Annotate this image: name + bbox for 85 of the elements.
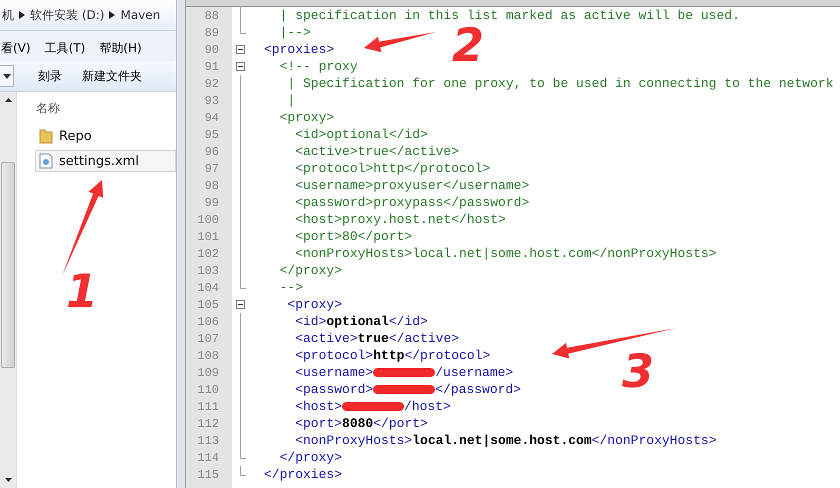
code-line: <nonProxyHosts>local.net|some.host.com</nonProxyHosts> — [294, 432, 716, 449]
code-line: | — [286, 92, 296, 109]
line-number: 99 — [204, 196, 219, 210]
document-icon — [39, 153, 53, 169]
code-line: <active>true</active> — [294, 143, 460, 160]
fold-toggle[interactable] — [236, 45, 245, 54]
code-line: <id>optional</id> — [294, 126, 428, 143]
scrollbar[interactable] — [0, 92, 17, 488]
code-line: <host>proxy.host.net</host> — [294, 211, 506, 228]
code-line: <nonProxyHosts>local.net|some.host.com</nonProxyHosts> — [294, 245, 716, 262]
fold-toggle[interactable] — [236, 300, 245, 309]
line-number: 88 — [204, 8, 219, 22]
code-line: --> — [278, 279, 304, 296]
line-number: 92 — [204, 76, 219, 90]
breadcrumb-item[interactable]: Maven — [120, 8, 160, 22]
breadcrumb-item[interactable]: 软件安装 (D:) — [30, 6, 104, 24]
line-number: 106 — [196, 314, 219, 328]
file-item[interactable]: Repo — [35, 125, 176, 147]
code-line: | specification in this list marked as active will be used. — [278, 7, 740, 24]
breadcrumb-item[interactable]: 机 — [2, 6, 14, 24]
line-number: 93 — [204, 94, 219, 108]
line-number: 112 — [196, 416, 219, 430]
line-number: 108 — [196, 348, 219, 362]
annotation-number: 2 — [452, 22, 484, 68]
code-line: <proxies> — [264, 41, 334, 58]
line-number: 97 — [204, 162, 219, 176]
line-number: 91 — [204, 60, 219, 74]
line-number: 114 — [196, 450, 219, 464]
fold-toggle[interactable] — [236, 62, 245, 71]
line-number: 89 — [204, 26, 219, 40]
code-line: <password> </password> — [294, 381, 522, 398]
toolbar-button[interactable]: 新建文件夹 — [82, 68, 142, 84]
line-number: 98 — [204, 178, 219, 192]
code-line: <port>8080</port> — [294, 415, 428, 432]
line-number: 95 — [204, 128, 219, 142]
annotation-arrow — [364, 32, 436, 52]
menu-item[interactable]: 看(V) — [1, 40, 31, 56]
line-number: 111 — [196, 400, 219, 414]
code-line: </proxy> — [278, 449, 342, 466]
line-number: 107 — [196, 332, 219, 346]
dropdown-button[interactable] — [0, 65, 14, 87]
file-item[interactable]: settings.xml — [35, 150, 176, 172]
line-number: 100 — [196, 212, 219, 226]
code-line: <!-- proxy — [278, 58, 358, 75]
caret-icon — [2, 74, 10, 78]
line-number: 113 — [196, 434, 219, 448]
code-line: <username> /username> — [294, 364, 514, 381]
code-line: <username>proxyuser</username> — [294, 177, 530, 194]
line-number: 96 — [204, 144, 219, 158]
scroll-down-icon — [4, 478, 12, 482]
line-number: 103 — [196, 264, 219, 278]
annotation-number: 1 — [66, 268, 98, 314]
code-line: <id>optional</id> — [294, 313, 428, 330]
menu-item[interactable]: 工具(T) — [44, 40, 86, 56]
column-header[interactable]: 名称 — [35, 92, 96, 122]
code-line: <protocol>http</protocol> — [294, 160, 490, 177]
line-number: 101 — [196, 230, 219, 244]
line-number: 90 — [204, 42, 219, 56]
address-bar[interactable]: 机 软件安装 (D:) Maven — [0, 0, 176, 31]
code-line: <host> /host> — [294, 398, 451, 415]
code-line: </proxies> — [264, 466, 342, 483]
code-line: <proxy> — [278, 109, 334, 126]
line-number: 115 — [196, 468, 219, 482]
code-line: <proxy> — [286, 296, 342, 313]
code-line: <active>true</active> — [294, 330, 460, 347]
line-number: 104 — [196, 280, 219, 294]
code-line: <protocol>http</protocol> — [294, 347, 490, 364]
line-number: 102 — [196, 246, 219, 260]
line-number: 105 — [196, 298, 219, 312]
chevron-icon — [109, 11, 116, 19]
scroll-up-icon — [4, 98, 12, 102]
code-line: <password>proxypass</password> — [294, 194, 530, 211]
code-line: <port>80</port> — [294, 228, 412, 245]
chevron-icon — [19, 11, 25, 19]
code-line: </proxy> — [278, 262, 342, 279]
toolbar-button[interactable]: 刻录 — [38, 68, 62, 84]
code-line: | Specification for one proxy, to be used in connecting to the network — [286, 75, 834, 92]
line-number: 110 — [196, 382, 219, 396]
line-number: 109 — [196, 366, 219, 380]
line-number: 94 — [204, 110, 219, 124]
scroll-thumb[interactable] — [1, 162, 15, 368]
code-line: |--> — [278, 24, 311, 41]
folder-icon — [39, 128, 53, 144]
annotation-number: 3 — [622, 348, 654, 394]
menu-item[interactable]: 帮助(H) — [99, 40, 142, 56]
